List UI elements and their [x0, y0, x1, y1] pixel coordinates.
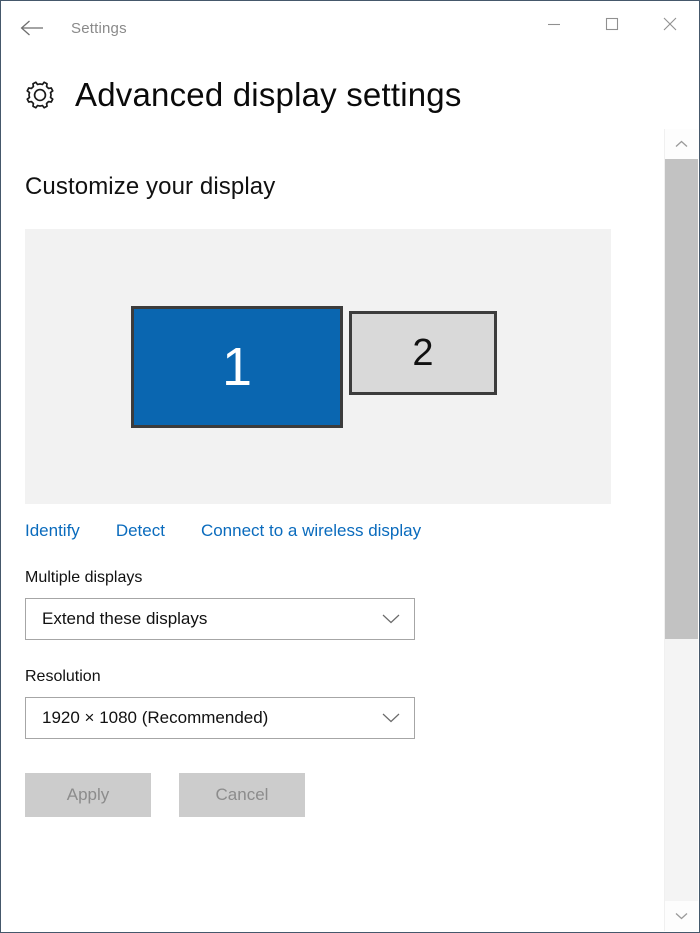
connect-wireless-display-link[interactable]: Connect to a wireless display: [201, 521, 421, 541]
chevron-down-icon: [675, 912, 688, 920]
chevron-down-icon: [382, 614, 400, 625]
content-area: Customize your display 1 2 Identify Dete…: [1, 129, 665, 932]
display-links-row: Identify Detect Connect to a wireless di…: [25, 521, 665, 541]
scroll-up-button[interactable]: [665, 129, 698, 159]
multiple-displays-value: Extend these displays: [26, 609, 207, 629]
cancel-button[interactable]: Cancel: [179, 773, 305, 817]
close-icon: [662, 16, 678, 32]
caption-buttons: [525, 1, 699, 47]
identify-link[interactable]: Identify: [25, 521, 80, 541]
close-button[interactable]: [641, 1, 699, 47]
maximize-icon: [605, 17, 619, 31]
scroll-thumb[interactable]: [665, 159, 698, 639]
title-bar: Settings: [1, 1, 699, 55]
monitor-1-number: 1: [222, 340, 252, 394]
vertical-scrollbar[interactable]: [664, 129, 698, 931]
page-title: Advanced display settings: [75, 76, 462, 114]
detect-link[interactable]: Detect: [116, 521, 165, 541]
resolution-dropdown[interactable]: 1920 × 1080 (Recommended): [25, 697, 415, 739]
page-header: Advanced display settings: [1, 55, 699, 117]
settings-window: Settings: [0, 0, 700, 933]
action-buttons-row: Apply Cancel: [25, 773, 665, 817]
chevron-up-icon: [675, 140, 688, 148]
apply-button[interactable]: Apply: [25, 773, 151, 817]
scroll-down-button[interactable]: [665, 901, 698, 931]
monitor-2[interactable]: 2: [349, 311, 497, 395]
scroll-track[interactable]: [665, 159, 698, 901]
resolution-value: 1920 × 1080 (Recommended): [26, 708, 268, 728]
monitor-1[interactable]: 1: [131, 306, 343, 428]
monitor-2-number: 2: [412, 334, 433, 372]
back-button[interactable]: [9, 8, 55, 48]
multiple-displays-label: Multiple displays: [25, 569, 665, 587]
resolution-field: Resolution 1920 × 1080 (Recommended): [25, 668, 665, 739]
chevron-down-icon: [382, 713, 400, 724]
maximize-button[interactable]: [583, 1, 641, 47]
gear-icon: [23, 78, 57, 112]
display-preview-panel: 1 2: [25, 229, 611, 504]
minimize-button[interactable]: [525, 1, 583, 47]
minimize-icon: [547, 17, 561, 31]
back-arrow-icon: [20, 19, 44, 37]
app-title: Settings: [71, 20, 127, 37]
multiple-displays-dropdown[interactable]: Extend these displays: [25, 598, 415, 640]
section-title: Customize your display: [25, 173, 665, 201]
multiple-displays-field: Multiple displays Extend these displays: [25, 569, 665, 640]
resolution-label: Resolution: [25, 668, 665, 686]
